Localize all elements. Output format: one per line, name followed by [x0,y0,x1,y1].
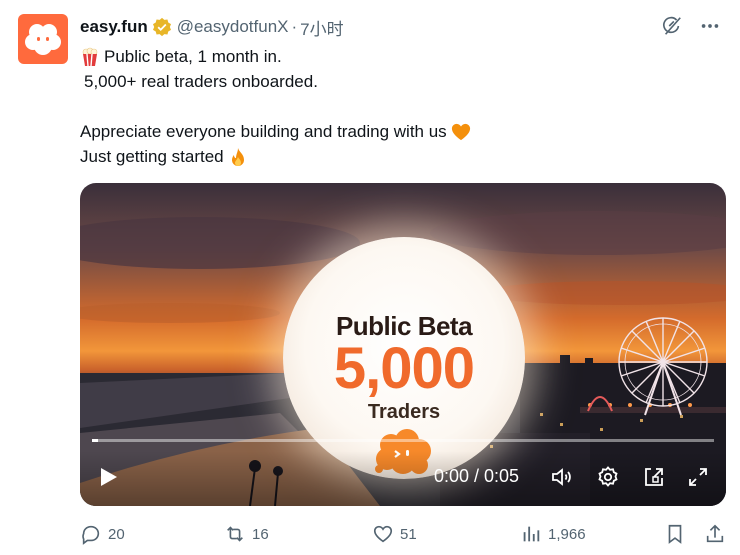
tweet-actions: 20 16 51 1,966 [80,522,726,546]
pip-icon[interactable] [642,465,666,489]
more-icon[interactable] [698,14,722,38]
repost-icon [224,523,246,545]
easyfun-logo-icon [25,24,61,55]
orb-subtitle: Traders [367,401,441,423]
reply-count: 20 [108,525,125,543]
video-progress-fill [92,439,99,442]
like-count: 51 [400,525,417,543]
bookmark-button[interactable] [664,522,692,546]
repost-count: 16 [252,525,269,543]
bookmark-icon [664,523,686,545]
tweet-line-text: Appreciate everyone building and trading… [80,122,447,141]
video-controls: 0:00 / 0:05 [80,451,726,506]
play-icon[interactable] [96,465,120,489]
tweet-text: Public beta, 1 month in. 5,000+ real tra… [80,44,720,169]
tweet-line-1: Public beta, 1 month in. [80,44,720,69]
repost-button[interactable]: 16 [224,522,269,546]
grok-icon[interactable] [660,14,684,38]
views-count: 1,966 [548,525,586,543]
video-time: 0:00 / 0:05 [434,466,520,486]
reply-icon [80,523,102,545]
video-progress-bar[interactable] [92,439,714,442]
tweet-line-text: Public beta, 1 month in. [104,47,282,66]
public-beta-orb: Public Beta 5,000 Traders [283,237,525,479]
views-icon [520,523,542,545]
fire-emoji [228,147,248,167]
separator-dot: · [291,17,298,36]
share-icon [704,523,726,545]
tweet-line-4: Just getting started [80,144,720,169]
video-player[interactable]: Public Beta 5,000 Traders 0:00 / 0:05 [80,183,726,506]
orange-heart-emoji [451,122,471,142]
volume-icon[interactable] [550,465,574,489]
avatar[interactable] [18,14,68,64]
reply-button[interactable]: 20 [80,522,125,546]
tweet-header: easy.fun @easydotfunX · 7小时 [80,15,344,40]
like-button[interactable]: 51 [372,522,417,546]
verified-badge-icon [152,17,172,37]
top-right-actions [660,14,722,38]
tweet-line-2: 5,000+ real traders onboarded. [80,69,720,94]
author-name[interactable]: easy.fun [80,17,148,37]
views-button[interactable]: 1,966 [520,522,586,546]
fullscreen-icon[interactable] [686,465,710,489]
author-handle[interactable]: @easydotfunX [177,17,289,37]
orb-number: 5,000 [333,336,475,401]
tweet-line-3: Appreciate everyone building and trading… [80,119,720,144]
settings-icon[interactable] [596,465,620,489]
like-icon [372,523,394,545]
tweet-time[interactable]: 7小时 [300,15,343,40]
share-button[interactable] [704,522,732,546]
popcorn-emoji [80,47,100,67]
tweet-line-text: 5,000+ real traders onboarded. [84,72,318,91]
tweet-line-text: Just getting started [80,147,224,166]
